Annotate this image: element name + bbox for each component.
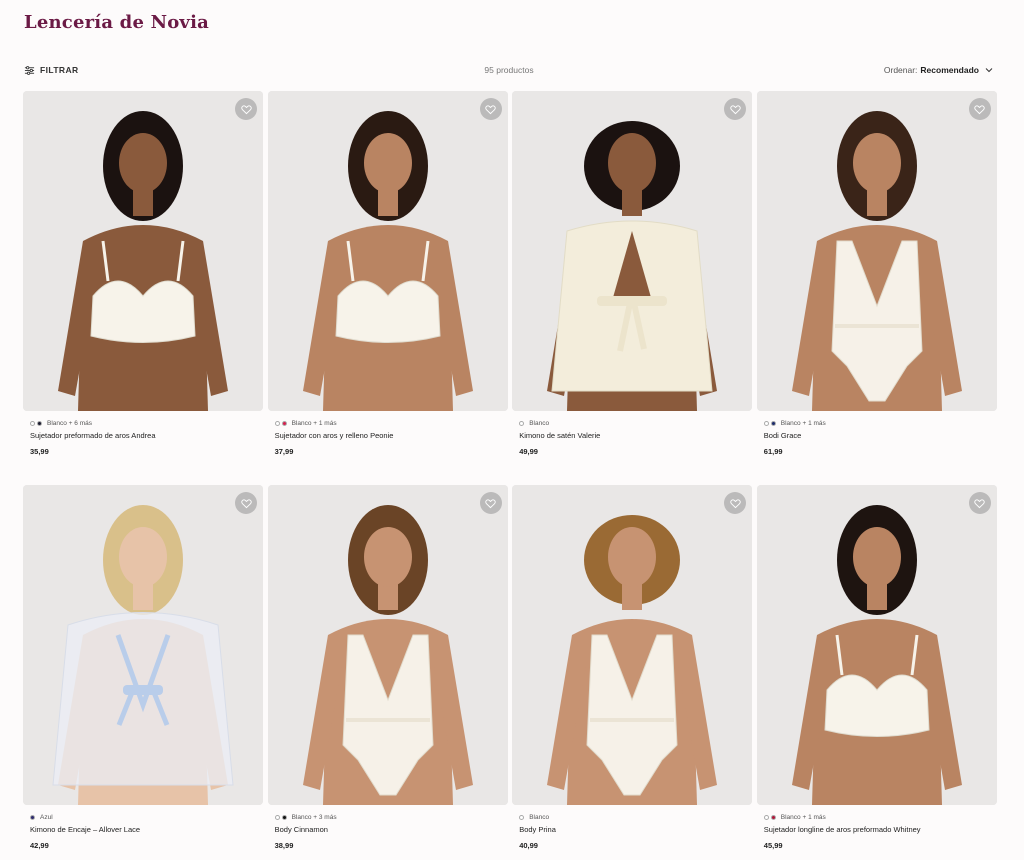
product-image[interactable] — [512, 91, 753, 411]
wishlist-button[interactable] — [968, 98, 991, 120]
color-label: Blanco + 1 más — [780, 813, 826, 821]
filter-label: FILTRAR — [40, 65, 79, 75]
product-price: 35,99 — [30, 447, 49, 456]
sort-label: Ordenar: — [883, 65, 918, 75]
product-grid: Blanco + 6 más Sujetador preformado de ar… — [23, 91, 997, 855]
product-card[interactable]: Blanco + 1 más Bodi Grace 61,99 — [756, 91, 997, 485]
color-label: Blanco — [529, 419, 550, 427]
product-image[interactable] — [23, 485, 263, 805]
model-illustration — [756, 91, 997, 411]
color-swatches: Azul — [30, 812, 263, 822]
heart-icon — [485, 498, 496, 508]
model-illustration — [23, 91, 263, 411]
product-price: 49,99 — [519, 447, 538, 456]
color-swatches: Blanco + 1 más — [763, 418, 997, 428]
color-swatches: Blanco — [519, 418, 752, 428]
filter-button[interactable]: FILTRAR — [24, 65, 79, 76]
product-image[interactable] — [756, 485, 997, 805]
product-name[interactable]: Body Cinnamon — [275, 825, 508, 837]
color-swatch[interactable] — [274, 814, 280, 820]
color-label: Blanco + 1 más — [291, 419, 337, 427]
product-card[interactable]: Blanco + 6 más Sujetador preformado de ar… — [23, 91, 263, 485]
product-card[interactable]: Blanco + 1 más Sujetador longline de aros… — [756, 485, 997, 855]
model-illustration — [267, 485, 508, 805]
color-swatch[interactable] — [37, 420, 42, 426]
sort-dropdown[interactable]: Ordenar: Recomendado — [884, 65, 994, 75]
product-name[interactable]: Kimono de Encaje – Allover Lace — [30, 825, 263, 837]
model-illustration — [512, 485, 753, 805]
product-price: 61,99 — [763, 447, 783, 456]
color-swatch[interactable] — [30, 814, 35, 820]
heart-icon — [240, 498, 252, 508]
color-swatch[interactable] — [519, 420, 525, 426]
color-swatch[interactable] — [763, 420, 769, 426]
product-price: 45,99 — [763, 841, 783, 850]
heart-icon — [974, 498, 985, 508]
wishlist-button[interactable] — [479, 98, 502, 120]
color-swatch[interactable] — [274, 420, 280, 426]
color-swatches: Blanco + 6 más — [30, 418, 263, 428]
color-label: Blanco — [529, 813, 550, 821]
wishlist-button[interactable] — [235, 492, 257, 514]
chevron-down-icon — [985, 68, 993, 73]
product-name[interactable]: Body Prina — [519, 825, 752, 837]
product-image[interactable] — [756, 91, 997, 411]
color-swatches: Blanco — [519, 812, 752, 822]
color-swatches: Blanco + 3 más — [274, 812, 508, 822]
color-swatches: Blanco + 1 más — [274, 418, 508, 428]
wishlist-button[interactable] — [479, 492, 502, 514]
color-label: Azul — [40, 813, 53, 821]
product-name[interactable]: Kimono de satén Valerie — [519, 431, 752, 443]
color-label: Blanco + 3 más — [291, 813, 337, 821]
color-swatch[interactable] — [763, 814, 769, 820]
product-price: 38,99 — [274, 841, 294, 850]
color-swatch[interactable] — [770, 420, 776, 426]
wishlist-button[interactable] — [968, 492, 991, 514]
color-swatch[interactable] — [281, 814, 287, 820]
product-card[interactable]: Blanco + 3 más Body Cinnamon 38,99 — [267, 485, 508, 855]
color-swatch[interactable] — [281, 420, 287, 426]
product-name[interactable]: Sujetador preformado de aros Andrea — [30, 431, 263, 443]
product-card[interactable]: Blanco + 1 más Sujetador con aros y relle… — [267, 91, 508, 485]
product-name[interactable]: Bodi Grace — [764, 431, 997, 443]
product-image[interactable] — [267, 91, 508, 411]
product-count: 95 productos — [484, 65, 534, 75]
filter-icon — [24, 65, 35, 75]
product-image[interactable] — [267, 485, 508, 805]
product-image[interactable] — [512, 485, 753, 805]
heart-icon — [240, 104, 252, 114]
product-price: 42,99 — [30, 841, 49, 850]
color-swatch[interactable] — [30, 420, 35, 426]
color-label: Blanco + 1 más — [780, 419, 826, 427]
product-price: 40,99 — [519, 841, 538, 850]
product-name[interactable]: Sujetador con aros y relleno Peonie — [275, 431, 508, 443]
color-swatches: Blanco + 1 más — [763, 812, 997, 822]
heart-icon — [729, 104, 741, 114]
color-swatch[interactable] — [519, 814, 525, 820]
product-price: 37,99 — [274, 447, 294, 456]
model-illustration — [267, 91, 508, 411]
product-image[interactable] — [23, 91, 263, 411]
model-illustration — [23, 485, 263, 805]
model-illustration — [512, 91, 753, 411]
color-swatch[interactable] — [770, 814, 776, 820]
model-illustration — [756, 485, 997, 805]
sort-value: Recomendado — [920, 65, 979, 75]
toolbar: FILTRAR 95 productos Ordenar: Recomendad… — [24, 60, 994, 80]
heart-icon — [485, 104, 496, 114]
color-label: Blanco + 6 más — [47, 419, 92, 427]
page-title: Lencería de Novia — [24, 12, 209, 33]
heart-icon — [974, 104, 985, 114]
wishlist-button[interactable] — [235, 98, 257, 120]
product-card[interactable]: Blanco Body Prina 40,99 — [512, 485, 753, 855]
product-name[interactable]: Sujetador longline de aros preformado Wh… — [764, 825, 997, 837]
product-card[interactable]: Azul Kimono de Encaje – Allover Lace 42,99 — [23, 485, 263, 855]
heart-icon — [729, 498, 741, 508]
product-card[interactable]: Blanco Kimono de satén Valerie 49,99 — [512, 91, 753, 485]
